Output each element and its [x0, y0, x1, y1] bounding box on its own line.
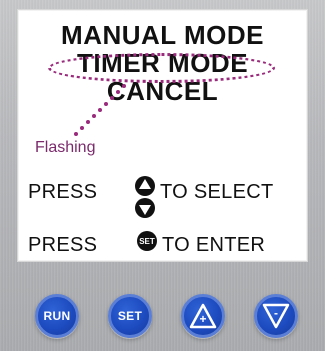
- lcd-display: MANUAL MODE TIMER MODE CANCEL Flashing P…: [17, 9, 308, 262]
- instruction-press-enter: PRESS: [28, 234, 98, 256]
- set-button-icon: SET: [137, 231, 157, 251]
- set-button-label: SET: [117, 309, 143, 323]
- instruction-enter-text: TO ENTER: [162, 234, 266, 256]
- leader-dotted-line: [74, 84, 126, 136]
- flashing-note: Flashing: [35, 139, 96, 156]
- selection-highlight: [48, 53, 275, 83]
- controller-panel: MANUAL MODE TIMER MODE CANCEL Flashing P…: [0, 0, 325, 351]
- down-button-label: -: [274, 306, 278, 320]
- set-button[interactable]: SET: [108, 294, 152, 338]
- instruction-press-select: PRESS: [28, 181, 98, 203]
- run-button[interactable]: RUN: [35, 294, 79, 338]
- menu-item-manual-mode[interactable]: MANUAL MODE: [18, 20, 307, 51]
- up-triangle-icon: +: [189, 303, 217, 329]
- down-button[interactable]: -: [254, 294, 298, 338]
- down-triangle-icon: -: [262, 303, 290, 329]
- up-button-label: +: [199, 312, 206, 326]
- instruction-select-text: TO SELECT: [160, 181, 274, 203]
- run-button-label: RUN: [43, 309, 71, 323]
- up-down-arrows-icon: [135, 176, 155, 218]
- set-icon-text: SET: [139, 237, 155, 246]
- up-button[interactable]: +: [181, 294, 225, 338]
